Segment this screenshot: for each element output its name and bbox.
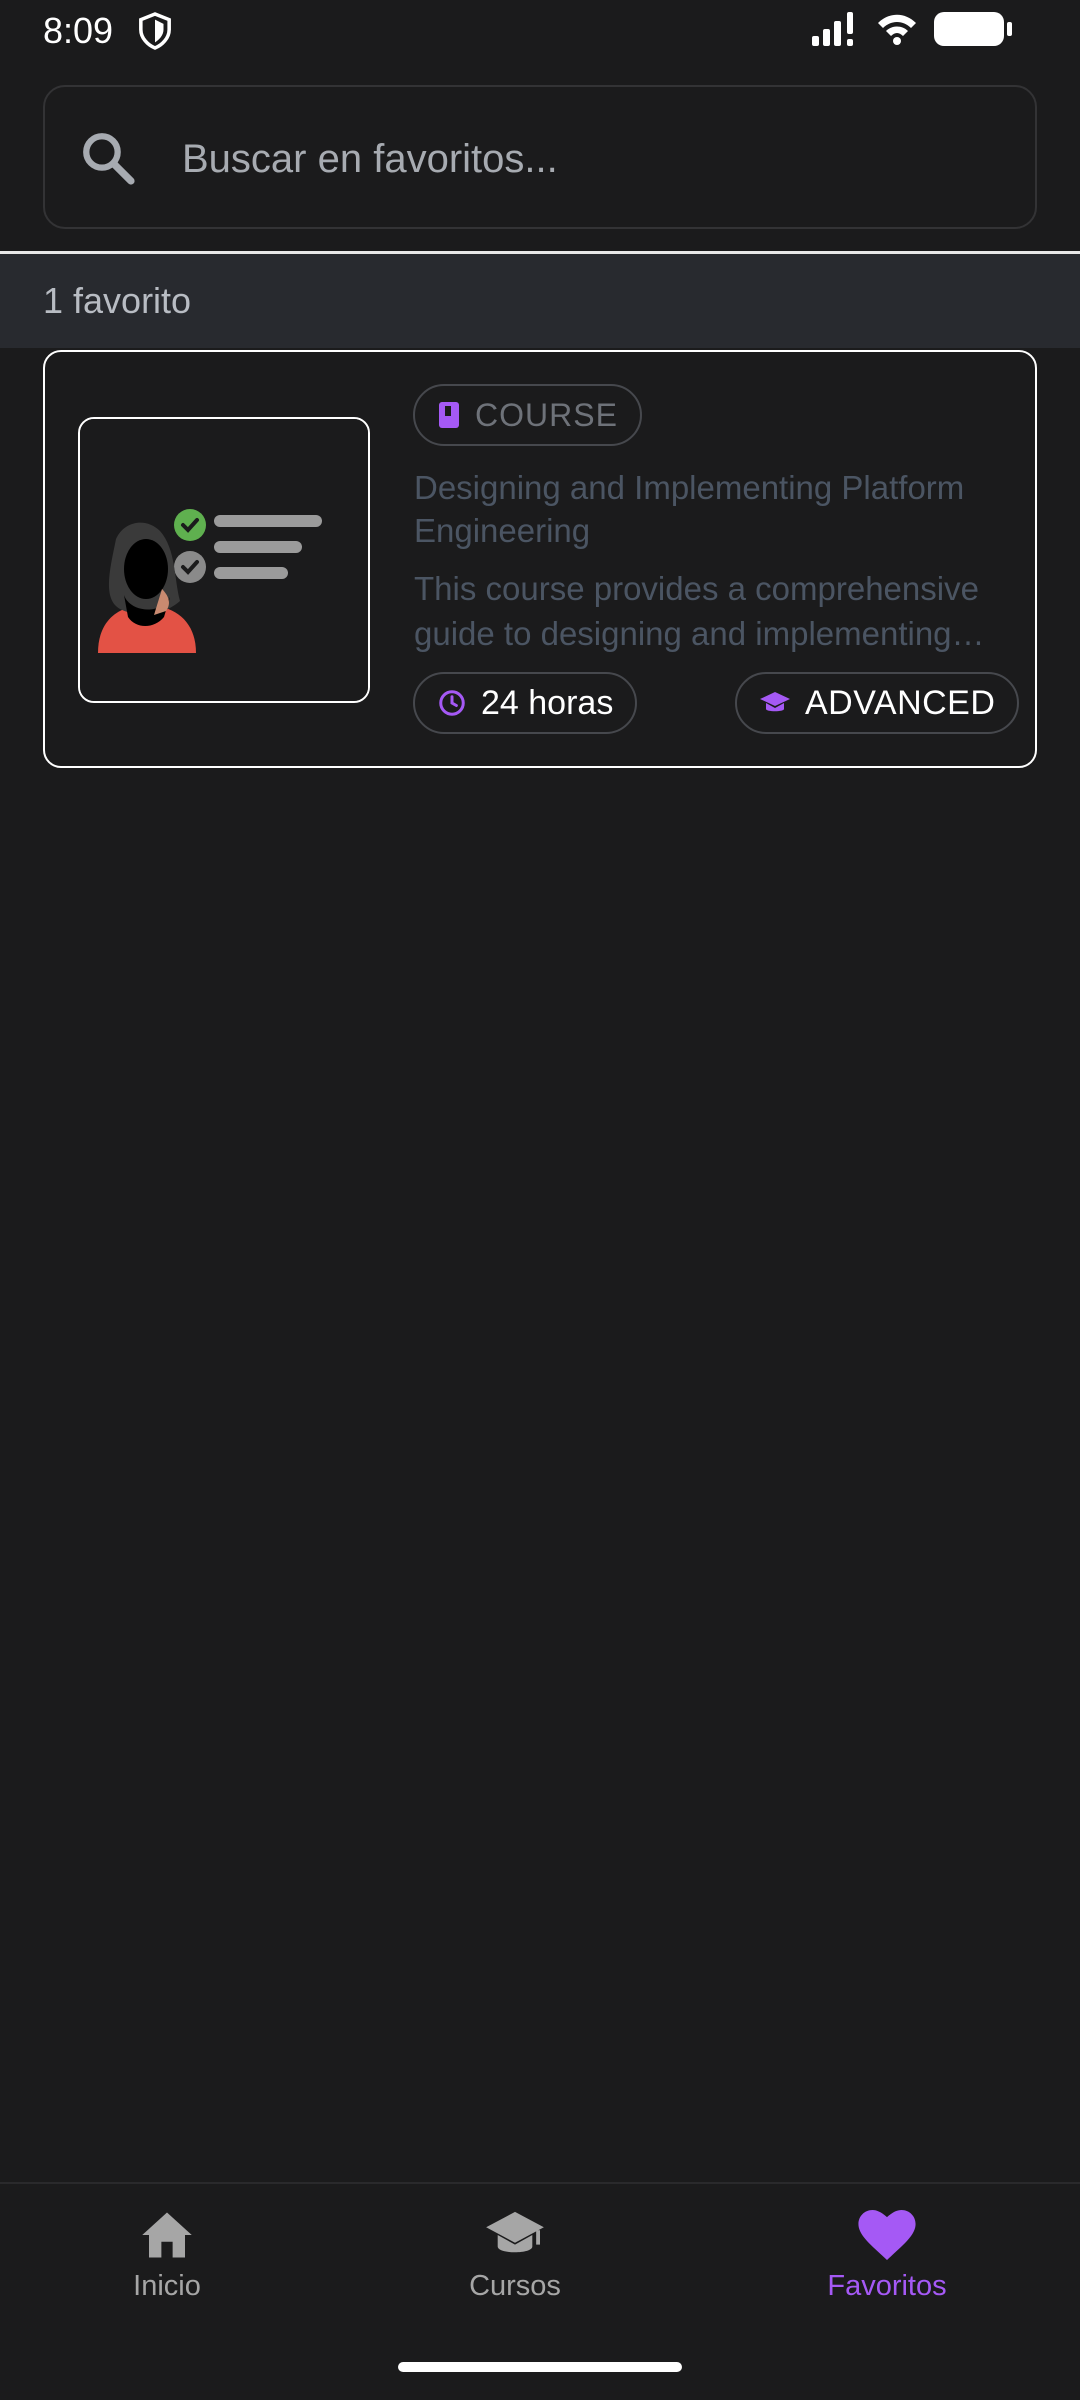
search-field[interactable] xyxy=(43,85,1037,229)
heart-icon xyxy=(858,2210,916,2260)
graduation-cap-icon xyxy=(760,692,790,712)
nav-label-favoritos: Favoritos xyxy=(827,2270,947,2302)
nav-item-inicio[interactable]: Inicio xyxy=(117,2210,217,2303)
nav-label-cursos: Cursos xyxy=(469,2270,561,2302)
home-indicator[interactable] xyxy=(398,2362,682,2372)
course-title: Designing and Implementing Platform Engi… xyxy=(414,469,965,549)
battery-icon xyxy=(934,12,1012,46)
favorite-card[interactable]: COURSE Designing and Implementing Platfo… xyxy=(43,350,1037,768)
wifi-icon xyxy=(878,14,916,45)
book-icon xyxy=(439,402,459,428)
duration-badge: 24 horas xyxy=(413,672,638,734)
type-badge: COURSE xyxy=(413,384,642,446)
status-time: 8:09 xyxy=(43,10,114,51)
status-bar: 8:09 xyxy=(0,0,1080,64)
course-description: This course provides a comprehensive gui… xyxy=(414,570,979,652)
type-label: COURSE xyxy=(475,396,618,433)
level-badge: ADVANCED xyxy=(735,672,1020,734)
search-input[interactable] xyxy=(180,123,1004,195)
shield-icon xyxy=(139,12,171,50)
clock-icon xyxy=(439,690,465,716)
results-header: 1 favorito xyxy=(0,254,1080,348)
duration-label: 24 horas xyxy=(481,683,614,722)
nav-item-cursos[interactable]: Cursos xyxy=(458,2210,572,2303)
course-illustration xyxy=(80,419,368,701)
course-thumbnail xyxy=(78,417,370,703)
graduation-cap-icon xyxy=(486,2211,544,2253)
favorites-count: 1 favorito xyxy=(43,280,192,321)
nav-label-inicio: Inicio xyxy=(133,2270,201,2302)
search-icon xyxy=(83,133,135,185)
signal-icon xyxy=(812,12,853,46)
home-icon xyxy=(142,2212,192,2258)
level-label: ADVANCED xyxy=(805,683,996,722)
nav-item-favoritos[interactable]: Favoritos xyxy=(817,2210,957,2303)
